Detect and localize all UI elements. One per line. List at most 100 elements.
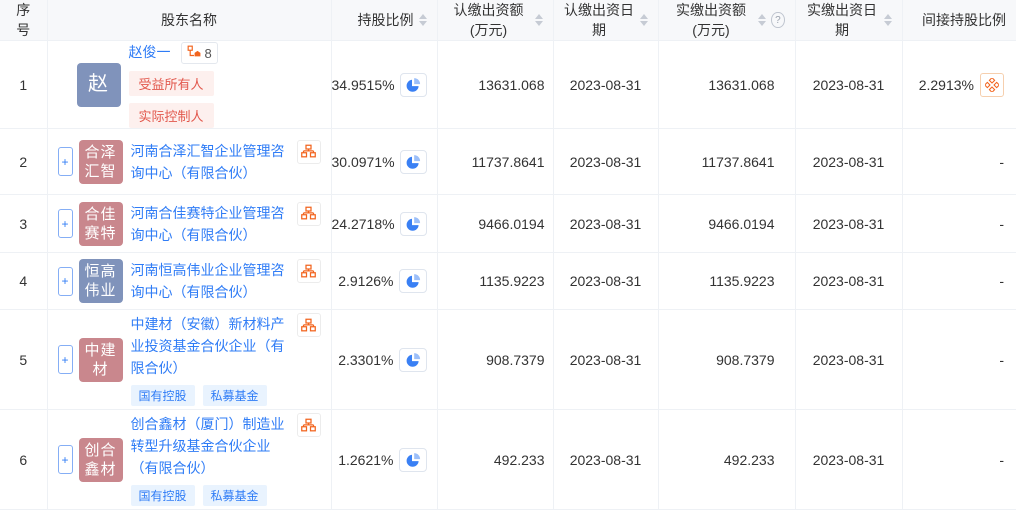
sort-carets-icon[interactable] xyxy=(758,14,766,26)
column-header: 间接持股比例 xyxy=(902,0,1016,41)
tag-list: 受益所有人实际控制人 xyxy=(129,64,323,128)
pie-chart-icon[interactable] xyxy=(400,150,427,174)
paid-amount: 13631.068 xyxy=(658,41,795,129)
org-chart-icon[interactable] xyxy=(297,413,321,437)
caret-up-icon xyxy=(419,14,427,19)
avatar-text: 合佳 xyxy=(84,205,116,224)
shareholder-row: 6+创合鑫材创合鑫材（厦门）制造业转型升级基金合伙企业（有限合伙）国有控股私募基… xyxy=(0,410,1016,510)
equity-penetration-badge[interactable]: 8 xyxy=(181,42,218,64)
column-header: 持股比例 xyxy=(331,0,437,41)
penetration-count: 8 xyxy=(205,46,212,61)
shareholder-row: 4+恒高伟业河南恒高伟业企业管理咨询中心（有限合伙）2.9126%1135.92… xyxy=(0,253,1016,310)
shareholder-name-link[interactable]: 河南合泽汇智企业管理咨询中心（有限合伙） xyxy=(131,140,291,184)
column-header: 股东名称 xyxy=(47,0,331,41)
org-chart-icon[interactable] xyxy=(297,140,321,164)
caret-down-icon xyxy=(884,21,892,26)
shareholder-name-link[interactable]: 河南恒高伟业企业管理咨询中心（有限合伙） xyxy=(131,259,291,303)
avatar-text: 赵 xyxy=(88,75,109,94)
caret-down-icon xyxy=(419,21,427,26)
avatar-text: 伟业 xyxy=(84,281,116,300)
expand-row-button[interactable]: + xyxy=(58,445,73,474)
indirect-holding-icon[interactable] xyxy=(980,73,1004,97)
pie-chart-icon[interactable] xyxy=(400,212,427,236)
expand-row-button[interactable]: + xyxy=(58,345,73,374)
holding-ratio-cell: 1.2621% xyxy=(331,410,437,510)
sort-carets-icon[interactable] xyxy=(640,14,648,26)
pie-chart-icon[interactable] xyxy=(399,348,427,372)
sort-carets-icon[interactable] xyxy=(535,14,543,26)
column-header-label: 认缴出资额(万元) xyxy=(448,0,530,40)
subscribed-amount: 1135.9223 xyxy=(437,253,553,310)
holding-ratio-cell: 24.2718% xyxy=(331,195,437,253)
sort-carets-icon[interactable] xyxy=(419,14,427,26)
shareholder-name-cell: 赵 赵俊一 8 受益所有人实际控制人 xyxy=(47,41,331,129)
caret-down-icon xyxy=(535,21,543,26)
column-header: 认缴出资日期 xyxy=(553,0,658,41)
sort-carets-icon[interactable] xyxy=(884,14,892,26)
paid-date: 2023-08-31 xyxy=(795,310,902,410)
indirect-ratio: 2.2913% xyxy=(919,77,974,93)
pie-chart-icon[interactable] xyxy=(399,448,427,472)
shareholder-name-link[interactable]: 河南合佳赛特企业管理咨询中心（有限合伙） xyxy=(131,202,291,246)
paid-amount: 1135.9223 xyxy=(658,253,795,310)
org-chart-icon[interactable] xyxy=(297,259,321,283)
avatar: 合泽汇智 xyxy=(79,140,123,184)
avatar: 恒高伟业 xyxy=(79,259,123,303)
row-index: 4 xyxy=(0,253,47,310)
avatar-text: 汇智 xyxy=(84,162,116,181)
expand-row-button[interactable]: + xyxy=(58,267,73,296)
subscribed-date: 2023-08-31 xyxy=(553,195,658,253)
avatar: 创合鑫材 xyxy=(79,438,123,482)
caret-up-icon xyxy=(884,14,892,19)
avatar-text: 中建 xyxy=(84,341,116,360)
paid-amount: 908.7379 xyxy=(658,310,795,410)
holding-ratio-cell: 30.0971% xyxy=(331,129,437,195)
column-header: 实缴出资额(万元)? xyxy=(658,0,795,41)
holding-ratio-cell: 34.9515% xyxy=(331,41,437,129)
subscribed-amount: 908.7379 xyxy=(437,310,553,410)
shareholder-name-link[interactable]: 创合鑫材（厦门）制造业转型升级基金合伙企业（有限合伙） xyxy=(131,413,291,479)
expand-row-button[interactable]: + xyxy=(58,147,73,176)
shareholder-name-link[interactable]: 赵俊一 xyxy=(129,41,171,63)
avatar-text: 恒高 xyxy=(84,262,116,281)
paid-date: 2023-08-31 xyxy=(795,129,902,195)
tag-badge: 私募基金 xyxy=(203,485,267,506)
pie-chart-icon[interactable] xyxy=(400,73,427,97)
shareholder-name-link[interactable]: 中建材（安徽）新材料产业投资基金合伙企业（有限合伙） xyxy=(131,313,291,379)
column-header-label: 实缴出资日期 xyxy=(806,0,879,40)
indirect-ratio: - xyxy=(999,216,1004,232)
expand-row-button[interactable]: + xyxy=(58,209,73,238)
table-body: 1赵赵俊一8受益所有人实际控制人34.9515%13631.0682023-08… xyxy=(0,41,1016,510)
column-header: 序号 xyxy=(0,0,47,41)
paid-date: 2023-08-31 xyxy=(795,195,902,253)
avatar-text: 材 xyxy=(92,360,108,379)
paid-date: 2023-08-31 xyxy=(795,41,902,129)
avatar: 合佳赛特 xyxy=(79,202,123,246)
indirect-ratio-cell: - xyxy=(902,410,1016,510)
shareholder-row: 5+中建材中建材（安徽）新材料产业投资基金合伙企业（有限合伙）国有控股私募基金2… xyxy=(0,310,1016,410)
indirect-ratio: - xyxy=(999,352,1004,368)
holding-ratio: 2.9126% xyxy=(338,273,393,289)
indirect-ratio-cell: - xyxy=(902,253,1016,310)
org-chart-icon[interactable] xyxy=(297,202,321,226)
help-icon[interactable]: ? xyxy=(771,12,784,28)
paid-date: 2023-08-31 xyxy=(795,410,902,510)
shareholder-row: 3+合佳赛特河南合佳赛特企业管理咨询中心（有限合伙）24.2718%9466.0… xyxy=(0,195,1016,253)
indirect-ratio: - xyxy=(999,452,1004,468)
paid-amount: 492.233 xyxy=(658,410,795,510)
org-chart-icon[interactable] xyxy=(297,313,321,337)
pie-chart-icon[interactable] xyxy=(399,269,427,293)
paid-amount: 11737.8641 xyxy=(658,129,795,195)
caret-up-icon xyxy=(758,14,766,19)
avatar-text: 创合 xyxy=(84,441,116,460)
tag-badge: 国有控股 xyxy=(131,385,195,406)
equity-penetration-icon xyxy=(187,45,201,62)
shareholder-name-cell: +创合鑫材创合鑫材（厦门）制造业转型升级基金合伙企业（有限合伙） 国有控股私募基金 xyxy=(47,410,331,510)
tag-badge: 国有控股 xyxy=(131,485,195,506)
subscribed-amount: 9466.0194 xyxy=(437,195,553,253)
subscribed-date: 2023-08-31 xyxy=(553,410,658,510)
shareholder-name-cell: +恒高伟业河南恒高伟业企业管理咨询中心（有限合伙） xyxy=(47,253,331,310)
caret-down-icon xyxy=(640,21,648,26)
row-index: 2 xyxy=(0,129,47,195)
table-header: 序号股东名称持股比例认缴出资额(万元) 认缴出资日期实缴出资额(万元)? 实缴出资日… xyxy=(0,0,1016,41)
